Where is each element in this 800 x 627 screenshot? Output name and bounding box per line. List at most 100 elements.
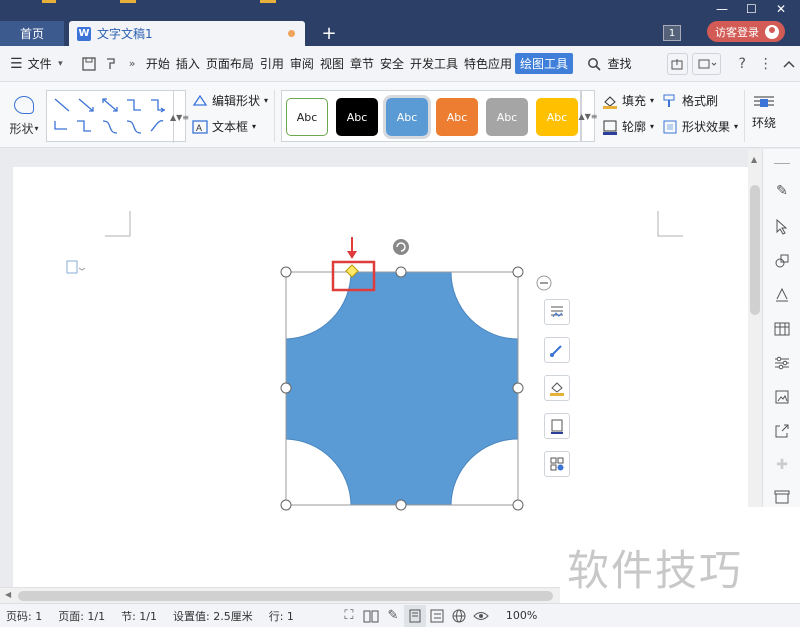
search-label[interactable]: 查找 bbox=[605, 55, 635, 72]
menu-icon[interactable]: ☰ bbox=[10, 56, 23, 72]
maximize-button[interactable]: ☐ bbox=[746, 2, 757, 16]
pen-icon[interactable]: ✎ bbox=[772, 181, 792, 201]
outline-quick-button[interactable] bbox=[544, 413, 570, 439]
style-chip-1[interactable]: Abc bbox=[286, 98, 328, 136]
save-icon[interactable] bbox=[78, 53, 100, 75]
outline-button[interactable]: 轮廓 ▾ bbox=[602, 118, 654, 135]
style-chip-5[interactable]: Abc bbox=[486, 98, 528, 136]
search-icon[interactable] bbox=[583, 53, 605, 75]
chevron-down-icon[interactable]: ▾ bbox=[55, 53, 67, 75]
export-icon[interactable] bbox=[772, 421, 792, 441]
edit-shape-icon bbox=[192, 94, 208, 106]
ribbon-divider bbox=[744, 90, 745, 142]
menu-item-page-layout[interactable]: 页面布局 bbox=[203, 55, 257, 72]
menu-item-review[interactable]: 审阅 bbox=[287, 55, 317, 72]
gallery-scroll-icon[interactable]: ▲▼≡ bbox=[170, 91, 189, 143]
help-icon[interactable]: ? bbox=[731, 53, 753, 75]
wrap-label: 环绕 bbox=[752, 116, 777, 130]
table-icon[interactable] bbox=[772, 319, 792, 339]
window-count-badge[interactable]: 1 bbox=[663, 25, 681, 41]
collapse-ribbon-icon[interactable] bbox=[779, 53, 800, 75]
web-view-icon[interactable] bbox=[448, 605, 470, 627]
more-options-icon[interactable]: ⋮ bbox=[755, 53, 777, 75]
style-chip-6[interactable]: Abc bbox=[536, 98, 578, 136]
vertical-scroll-thumb[interactable] bbox=[750, 185, 760, 315]
menu-item-start[interactable]: 开始 bbox=[143, 55, 173, 72]
menu-item-features[interactable]: 特色应用 bbox=[461, 55, 515, 72]
document-note-icon[interactable] bbox=[66, 260, 86, 274]
more-icon[interactable]: » bbox=[121, 53, 143, 75]
paintbrush-icon bbox=[663, 94, 675, 107]
status-section[interactable]: 节: 1/1 bbox=[121, 608, 157, 624]
collapse-toolbar-icon[interactable] bbox=[536, 275, 552, 291]
shape-icon bbox=[14, 96, 34, 114]
unsaved-dot-icon bbox=[288, 30, 295, 37]
eye-protection-icon[interactable] bbox=[470, 605, 492, 627]
menu-bar: ☰ 文件 ▾ » 开始 插入 页面布局 引用 审阅 视图 章节 安全 开发工具 … bbox=[0, 46, 800, 82]
arrange-button[interactable] bbox=[544, 451, 570, 477]
minimize-button[interactable]: — bbox=[716, 2, 728, 16]
rotate-handle-icon[interactable] bbox=[393, 239, 409, 255]
status-pages[interactable]: 页面: 1/1 bbox=[58, 608, 105, 624]
edit-mode-icon[interactable]: ✎ bbox=[382, 605, 404, 627]
outline-view-icon[interactable] bbox=[426, 605, 448, 627]
text-box-icon: A bbox=[192, 119, 208, 134]
layout-options-button[interactable] bbox=[544, 299, 570, 325]
settings-sliders-icon[interactable] bbox=[772, 353, 792, 373]
format-painter-icon[interactable] bbox=[100, 53, 122, 75]
style-chip-2[interactable]: Abc bbox=[336, 98, 378, 136]
tab-home[interactable]: 首页 bbox=[0, 21, 64, 46]
wrap-button[interactable]: 环绕 bbox=[752, 94, 776, 131]
menu-item-references[interactable]: 引用 bbox=[257, 55, 287, 72]
menu-item-section[interactable]: 章节 bbox=[347, 55, 377, 72]
fill-bucket-icon bbox=[603, 95, 617, 109]
guest-login-button[interactable]: 访客登录 bbox=[707, 21, 785, 42]
edit-shape-button[interactable]: 编辑形状 ▾ bbox=[192, 92, 268, 109]
horizontal-scroll-thumb[interactable] bbox=[18, 591, 553, 601]
fill-button[interactable]: 填充 ▾ bbox=[602, 92, 654, 109]
plugin-icon[interactable]: ✚ bbox=[772, 455, 792, 475]
plaque-shape[interactable] bbox=[285, 271, 519, 506]
shape-effects-button[interactable]: 形状效果 ▾ bbox=[662, 118, 738, 135]
new-tab-button[interactable]: + bbox=[318, 22, 340, 44]
menu-item-drawing-tools[interactable]: 绘图工具 bbox=[515, 53, 574, 74]
image-icon[interactable] bbox=[772, 387, 792, 407]
shapes-icon[interactable] bbox=[772, 251, 792, 271]
share-icon[interactable] bbox=[666, 52, 689, 75]
menu-file[interactable]: 文件 bbox=[25, 55, 55, 72]
style-brush-button[interactable] bbox=[544, 337, 570, 363]
style-chip-3[interactable]: Abc bbox=[383, 95, 431, 139]
menu-item-security[interactable]: 安全 bbox=[377, 55, 407, 72]
menu-item-developer[interactable]: 开发工具 bbox=[407, 55, 461, 72]
format-painter-button[interactable]: 格式刷 bbox=[662, 92, 718, 109]
cursor-icon[interactable] bbox=[772, 217, 792, 237]
horizontal-scrollbar[interactable]: ◀ bbox=[0, 587, 560, 603]
archive-icon[interactable] bbox=[772, 487, 792, 507]
style-chip-4[interactable]: Abc bbox=[436, 98, 478, 136]
status-page-number[interactable]: 页码: 1 bbox=[6, 608, 42, 624]
styles-scroll-icon[interactable]: ▲▼≡ bbox=[579, 90, 598, 142]
menu-item-insert[interactable]: 插入 bbox=[173, 55, 203, 72]
status-row[interactable]: 行: 1 bbox=[269, 608, 294, 624]
fullscreen-icon[interactable]: ⛶ bbox=[338, 605, 360, 627]
collaboration-icon[interactable] bbox=[692, 52, 722, 75]
scroll-up-icon[interactable]: ▲ bbox=[751, 155, 757, 164]
document-title: 文字文稿1 bbox=[97, 27, 153, 41]
shape-effects-label: 形状效果 bbox=[682, 120, 731, 134]
tab-document[interactable]: W 文字文稿1 bbox=[69, 21, 305, 46]
line-shapes-gallery[interactable]: ▲▼≡ bbox=[46, 90, 189, 143]
font-color-icon[interactable] bbox=[772, 285, 792, 305]
menu-item-view[interactable]: 视图 bbox=[317, 55, 347, 72]
shape-button[interactable]: 形状 ▾ bbox=[6, 92, 42, 142]
scroll-left-icon[interactable]: ◀ bbox=[5, 590, 11, 599]
page-view-icon[interactable] bbox=[403, 604, 426, 627]
close-button[interactable]: ✕ bbox=[776, 2, 786, 16]
reading-mode-icon[interactable] bbox=[360, 605, 382, 627]
corner-mark bbox=[105, 211, 131, 237]
status-setting[interactable]: 设置值: 2.5厘米 bbox=[173, 608, 253, 624]
text-box-button[interactable]: A 文本框 ▾ bbox=[192, 118, 256, 135]
zoom-level[interactable]: 100% bbox=[506, 609, 537, 622]
watermark-panel: 软件技巧 bbox=[560, 507, 800, 603]
style-label: Abc bbox=[446, 110, 468, 124]
fill-quick-button[interactable] bbox=[544, 375, 570, 401]
